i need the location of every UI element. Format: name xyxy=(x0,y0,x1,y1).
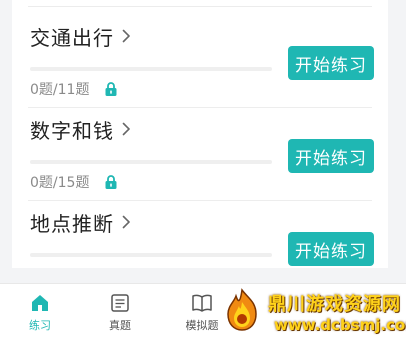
watermark-site-name: 鼎川游戏资源网 xyxy=(268,294,401,315)
tab-label: 模拟题 xyxy=(185,319,219,332)
chevron-right-icon[interactable] xyxy=(122,29,131,43)
item-title[interactable]: 交通出行 xyxy=(30,22,114,51)
start-practice-button[interactable]: 开始练习 xyxy=(288,46,374,80)
tab-practice[interactable]: 练习 xyxy=(10,292,70,336)
progress-bar xyxy=(30,253,272,257)
tab-label: 真题 xyxy=(109,319,131,332)
start-practice-button[interactable]: 开始练习 xyxy=(288,139,374,173)
question-count: 0题/11题 xyxy=(30,82,90,98)
list-item-location[interactable]: 地点推断 开始练习 xyxy=(12,202,388,268)
item-title[interactable]: 数字和钱 xyxy=(30,115,114,144)
exam-paper-icon xyxy=(110,292,130,314)
chevron-right-icon[interactable] xyxy=(122,215,131,229)
item-divider xyxy=(28,200,372,201)
question-count: 0题/15题 xyxy=(30,175,90,191)
list-item-numbers-money[interactable]: 数字和钱 0题/15题 开始练习 xyxy=(12,109,388,201)
item-title[interactable]: 地点推断 xyxy=(30,208,114,237)
progress-bar xyxy=(30,67,272,71)
tab-label: 练习 xyxy=(29,319,51,332)
watermark-url: www.dcbsmj.com xyxy=(274,316,406,334)
flame-logo-icon xyxy=(222,288,262,332)
tab-real-exam[interactable]: 真题 xyxy=(90,292,150,336)
watermark: 鼎川游戏资源网 www.dcbsmj.com xyxy=(220,284,406,339)
lock-icon xyxy=(105,82,117,96)
progress-bar xyxy=(30,160,272,164)
list-item-traffic[interactable]: 交通出行 0题/11题 开始练习 xyxy=(12,16,388,108)
practice-list-card: 交通出行 0题/11题 开始练习 数字和钱 0题/15题 开始练习 地点推断 开… xyxy=(12,0,388,268)
lock-icon xyxy=(105,175,117,189)
book-icon xyxy=(191,292,213,314)
chevron-right-icon[interactable] xyxy=(122,122,131,136)
top-divider xyxy=(28,6,372,7)
start-practice-button[interactable]: 开始练习 xyxy=(288,232,374,266)
item-divider xyxy=(28,107,372,108)
home-icon xyxy=(30,292,50,314)
